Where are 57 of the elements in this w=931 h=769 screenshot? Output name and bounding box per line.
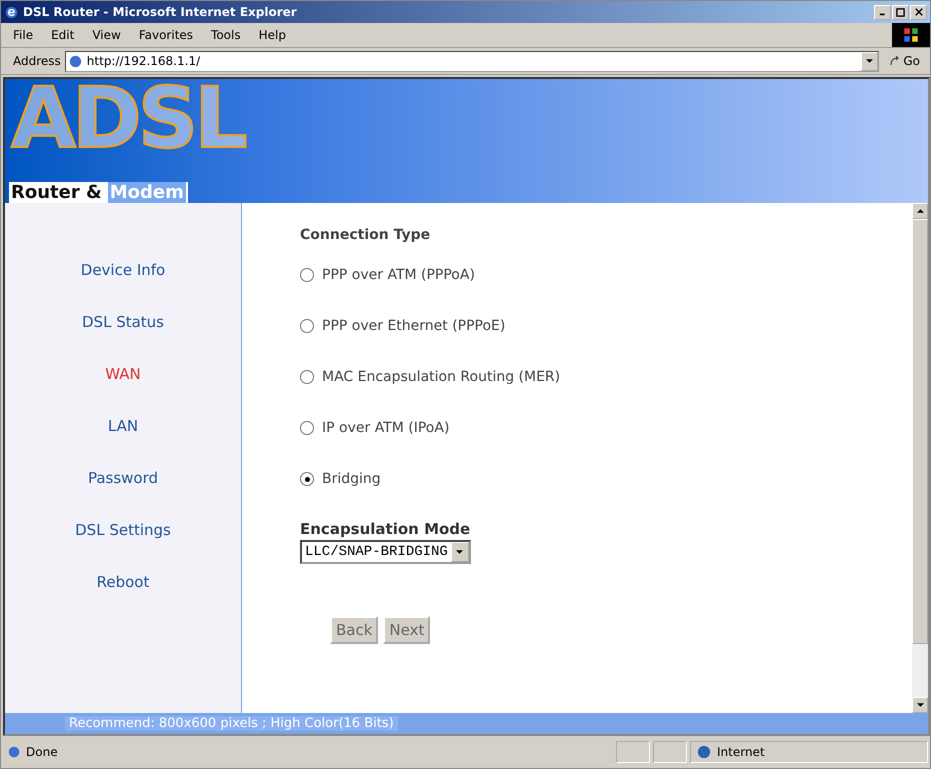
address-field[interactable]: http://192.168.1.1/ (64, 50, 880, 72)
go-button[interactable]: Go (883, 54, 926, 68)
footer-text: Recommend: 800x600 pixels ; High Color(16 Bits) (65, 716, 398, 731)
sidebar-link[interactable]: Password (88, 468, 158, 488)
radio-button[interactable] (300, 421, 314, 435)
globe-icon (697, 745, 711, 759)
radio-label: PPP over ATM (PPPoA) (322, 267, 475, 283)
zone-text: Internet (717, 745, 765, 759)
sidebar-link[interactable]: WAN (105, 364, 141, 384)
menu-item[interactable]: Tools (211, 28, 241, 42)
section-heading: Connection Type (300, 227, 430, 243)
scroll-down-icon (916, 703, 924, 707)
scroll-up-icon (916, 209, 924, 213)
radio-label: Bridging (322, 471, 381, 487)
field-label: Encapsulation Mode (300, 520, 470, 538)
close-icon (914, 8, 922, 16)
radio-label: MAC Encapsulation Routing (MER) (322, 369, 560, 385)
logo-tagline: Modem (108, 182, 186, 203)
encapsulation-select[interactable]: LLC/SNAP-BRIDGING (300, 540, 471, 564)
dropdown-button[interactable] (861, 52, 878, 70)
address-label: Address (13, 54, 61, 68)
radio-label: IP over ATM (IPoA) (322, 420, 450, 436)
browser-icon (4, 4, 19, 20)
nav-button[interactable]: Next (383, 616, 430, 644)
menu-item[interactable]: Favorites (138, 28, 194, 42)
radio-button[interactable] (300, 370, 314, 384)
page-icon (7, 745, 21, 759)
go-arrow-icon (889, 55, 902, 67)
radio-button[interactable] (300, 319, 314, 333)
minimize-button[interactable] (874, 4, 891, 20)
radio-label: PPP over Ethernet (PPPoE) (322, 318, 506, 334)
caret-icon (456, 550, 464, 554)
radio-button[interactable] (300, 472, 314, 486)
menu-item[interactable]: Edit (51, 28, 74, 42)
caret-icon (866, 59, 874, 63)
sidebar-link[interactable]: DSL Settings (75, 520, 171, 540)
menu-item[interactable]: File (13, 28, 34, 42)
maximize-button[interactable] (892, 4, 909, 20)
window-title: DSL Router - Microsoft Internet Explorer (23, 5, 298, 19)
sidebar-link[interactable]: LAN (108, 416, 138, 436)
status-panel (653, 741, 687, 763)
windows-logo-icon (892, 23, 930, 47)
close-button[interactable] (910, 4, 927, 20)
logo-tagline: Router & (11, 182, 102, 203)
radio-button[interactable] (300, 268, 314, 282)
status-text: Done (26, 745, 58, 759)
sidebar-link[interactable]: Reboot (96, 572, 150, 592)
menu-item[interactable]: Help (258, 28, 286, 42)
status-panel (616, 741, 650, 763)
scrollbar[interactable] (912, 203, 928, 713)
menu-item[interactable]: View (92, 28, 121, 42)
logo: ADSL (11, 69, 244, 167)
nav-button[interactable]: Back (330, 616, 378, 644)
maximize-icon (896, 8, 905, 16)
sidebar-link[interactable]: Device Info (80, 260, 166, 280)
sidebar-link[interactable]: DSL Status (82, 312, 164, 332)
page-icon (68, 54, 83, 68)
